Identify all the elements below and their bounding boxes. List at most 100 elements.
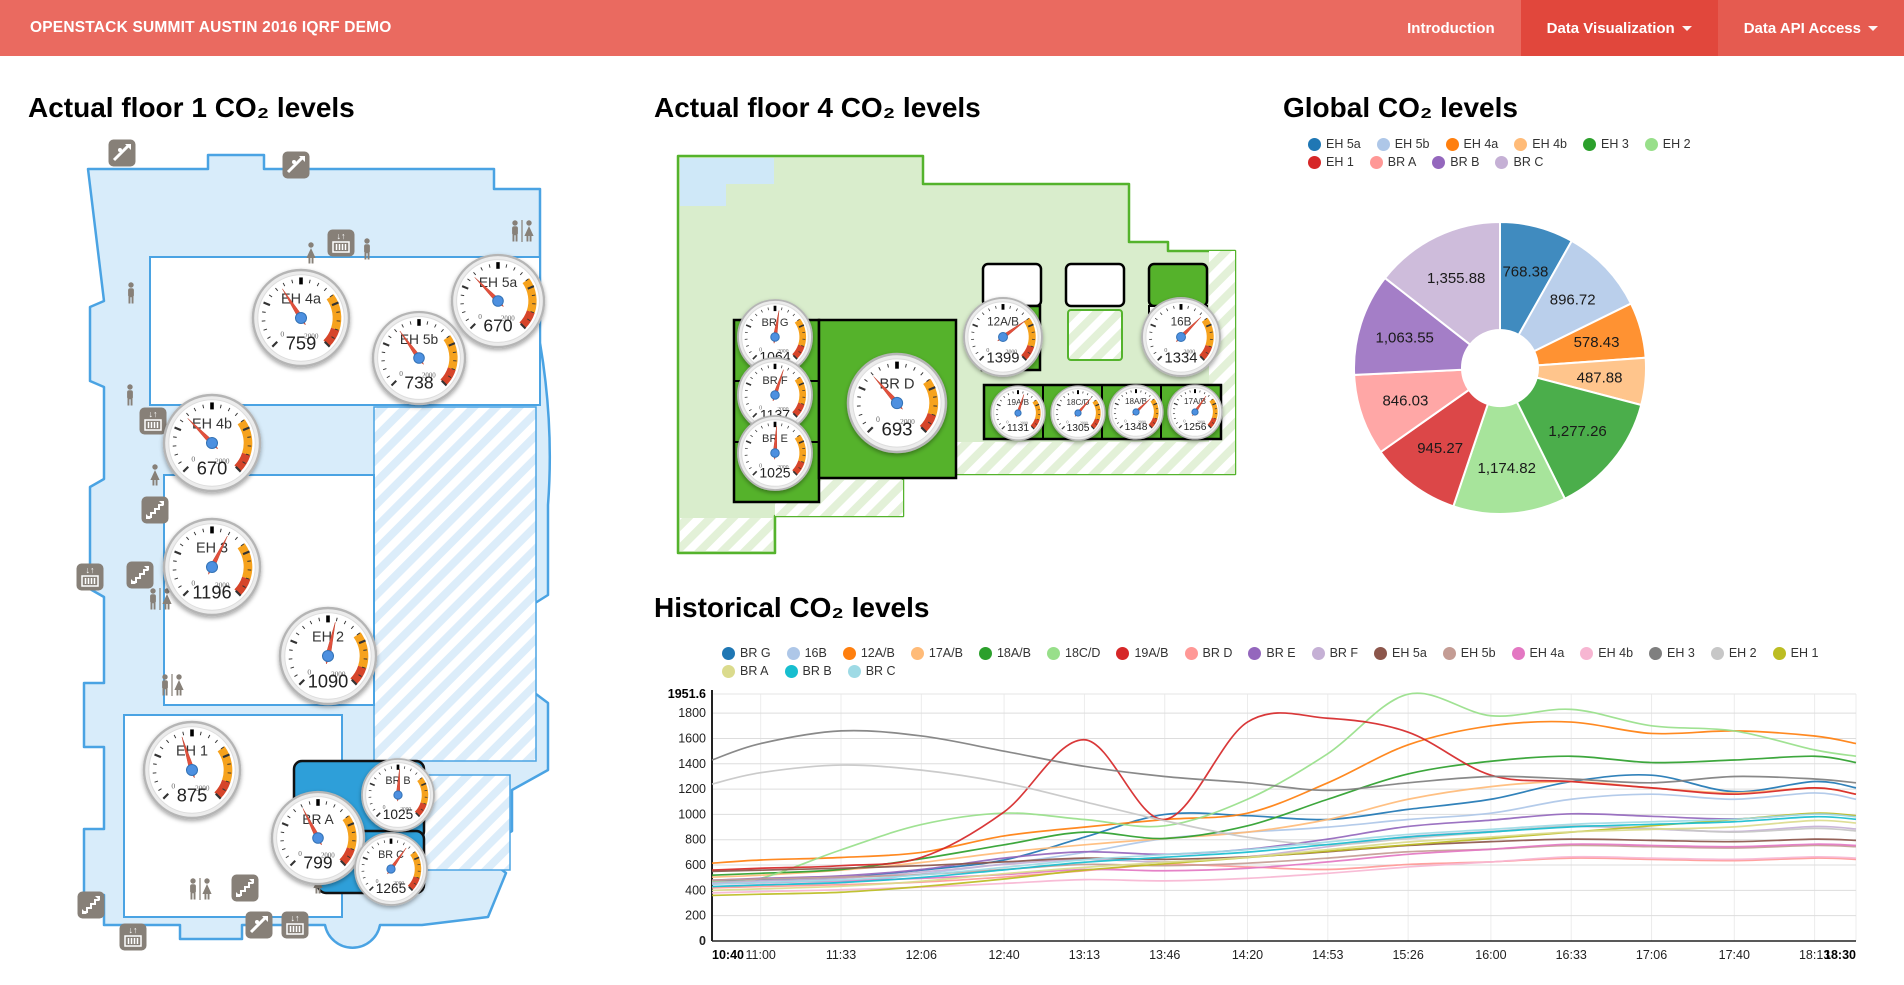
legend-item-br-d[interactable]: BR D — [1185, 646, 1233, 660]
chevron-down-icon — [1868, 26, 1878, 31]
legend-item-br-f[interactable]: BR F — [1312, 646, 1358, 660]
legend-label: EH 5b — [1461, 646, 1496, 660]
pie-slice-value: 1,174.82 — [1478, 460, 1536, 477]
svg-text:BR A: BR A — [302, 812, 334, 827]
svg-text:1348: 1348 — [1125, 422, 1148, 433]
legend-item-eh-3[interactable]: EH 3 — [1649, 646, 1695, 660]
legend-chip — [1583, 138, 1596, 151]
legend-label: BR A — [740, 664, 769, 678]
legend-label: EH 5a — [1392, 646, 1427, 660]
legend-item-eh-4b[interactable]: EH 4b — [1580, 646, 1633, 660]
nav-item-data-visualization[interactable]: Data Visualization — [1521, 0, 1718, 56]
legend-label: BR A — [1388, 155, 1417, 169]
legend-item-br-a[interactable]: BR A — [1370, 155, 1417, 169]
svg-text:0: 0 — [876, 415, 880, 424]
legend-item-eh-5a[interactable]: EH 5a — [1308, 137, 1361, 151]
svg-text:12A/B: 12A/B — [987, 315, 1019, 328]
svg-text:0: 0 — [399, 369, 403, 378]
legend-item-br-e[interactable]: BR E — [1248, 646, 1295, 660]
svg-text:19A/B: 19A/B — [1007, 398, 1029, 407]
gauge-hub — [206, 561, 217, 572]
nav-item-introduction[interactable]: Introduction — [1381, 0, 1520, 56]
stairs-icon — [78, 892, 105, 919]
legend-chip — [1308, 156, 1321, 169]
legend-item-eh-5a[interactable]: EH 5a — [1374, 646, 1427, 660]
gauge-hub — [493, 296, 504, 307]
legend-item-eh-3[interactable]: EH 3 — [1583, 137, 1629, 151]
gauge-br-c: 02000BR C1265 — [355, 833, 427, 905]
stairs-icon — [127, 562, 154, 589]
svg-text:1090: 1090 — [308, 671, 349, 692]
svg-text:670: 670 — [197, 458, 227, 479]
svg-text:↓↑: ↓↑ — [149, 409, 158, 419]
y-axis-label: 600 — [685, 858, 706, 872]
gauge-19a-b: 0200019A/B1131 — [991, 386, 1045, 440]
nav-item-label: Data API Access — [1744, 20, 1861, 37]
floor4-hatched-area — [956, 442, 1209, 474]
svg-text:0: 0 — [298, 849, 302, 858]
legend-label: EH 1 — [1326, 155, 1354, 169]
legend-item-19a-b[interactable]: 19A/B — [1116, 646, 1168, 660]
stairs-icon — [142, 497, 169, 524]
escalator-icon — [283, 152, 310, 179]
svg-text:670: 670 — [483, 315, 512, 335]
legend-item-eh-1[interactable]: EH 1 — [1773, 646, 1819, 660]
gauge-eh-1: 02000EH 1875 — [144, 722, 240, 818]
gauge-br-e: 02000BR E1025 — [738, 416, 812, 490]
legend-item-eh-4b[interactable]: EH 4b — [1514, 137, 1567, 151]
elevator-icon: ↓↑ — [140, 408, 167, 435]
legend-item-br-b[interactable]: BR B — [785, 664, 832, 678]
pie-slice-value: 896.72 — [1550, 291, 1596, 308]
gauge-hub — [891, 397, 902, 408]
svg-text:693: 693 — [881, 418, 912, 439]
legend-item-br-c[interactable]: BR C — [848, 664, 896, 678]
legend-chip — [722, 647, 735, 660]
legend-item-eh-2[interactable]: EH 2 — [1711, 646, 1757, 660]
floor1-plan: ↓↑↓↑↓↑↓↑↓↑02000EH 4a75902000EH 5a6700200… — [60, 125, 580, 965]
floor4-hatched-area — [680, 518, 773, 551]
gauge-hub — [1133, 409, 1139, 415]
legend-item-17a-b[interactable]: 17A/B — [911, 646, 963, 660]
stairs-icon — [232, 875, 259, 902]
x-axis-label: 17:40 — [1719, 948, 1750, 962]
legend-item-eh-5b[interactable]: EH 5b — [1377, 137, 1430, 151]
legend-item-eh-5b[interactable]: EH 5b — [1443, 646, 1496, 660]
gauge-hub — [414, 353, 425, 364]
legend-item-br-b[interactable]: BR B — [1432, 155, 1479, 169]
legend-item-br-c[interactable]: BR C — [1495, 155, 1543, 169]
legend-item-eh-2[interactable]: EH 2 — [1645, 137, 1691, 151]
floor4-room — [1068, 310, 1122, 360]
legend-item-br-g[interactable]: BR G — [722, 646, 771, 660]
legend-item-br-a[interactable]: BR A — [722, 664, 769, 678]
gauge-hub — [1075, 410, 1081, 416]
y-axis-label: 400 — [685, 883, 706, 897]
gauge-hub — [1177, 333, 1186, 342]
svg-text:↓↑: ↓↑ — [337, 231, 346, 241]
gauge-hub — [186, 764, 197, 775]
legend-chip — [1185, 647, 1198, 660]
legend-item-eh-4a[interactable]: EH 4a — [1512, 646, 1565, 660]
legend-label: EH 4a — [1530, 646, 1565, 660]
legend-item-eh-4a[interactable]: EH 4a — [1446, 137, 1499, 151]
nav-item-data-api-access[interactable]: Data API Access — [1718, 0, 1904, 56]
svg-text:18C/D: 18C/D — [1067, 398, 1090, 407]
gauge-eh-2: 02000EH 21090 — [280, 608, 376, 704]
legend-item-12a-b[interactable]: 12A/B — [843, 646, 895, 660]
legend-item-16b[interactable]: 16B — [787, 646, 827, 660]
pie-slice-value: 846.03 — [1382, 392, 1428, 409]
legend-label: 18A/B — [997, 646, 1031, 660]
svg-text:1256: 1256 — [1184, 422, 1207, 433]
svg-text:↓↑: ↓↑ — [129, 925, 138, 935]
legend-chip — [911, 647, 924, 660]
legend-label: EH 5b — [1395, 137, 1430, 151]
legend-item-18c-d[interactable]: 18C/D — [1047, 646, 1100, 660]
x-axis-label: 10:40 — [712, 948, 744, 962]
legend-item-18a-b[interactable]: 18A/B — [979, 646, 1031, 660]
x-axis-label: 12:06 — [906, 948, 937, 962]
gauge-eh-5b: 02000EH 5b738 — [373, 312, 465, 404]
gauge-eh-4a: 02000EH 4a759 — [253, 270, 349, 366]
elevator-icon: ↓↑ — [282, 912, 309, 939]
svg-text:1196: 1196 — [192, 582, 231, 603]
legend-item-eh-1[interactable]: EH 1 — [1308, 155, 1354, 169]
x-axis-label: 11:33 — [826, 948, 856, 962]
